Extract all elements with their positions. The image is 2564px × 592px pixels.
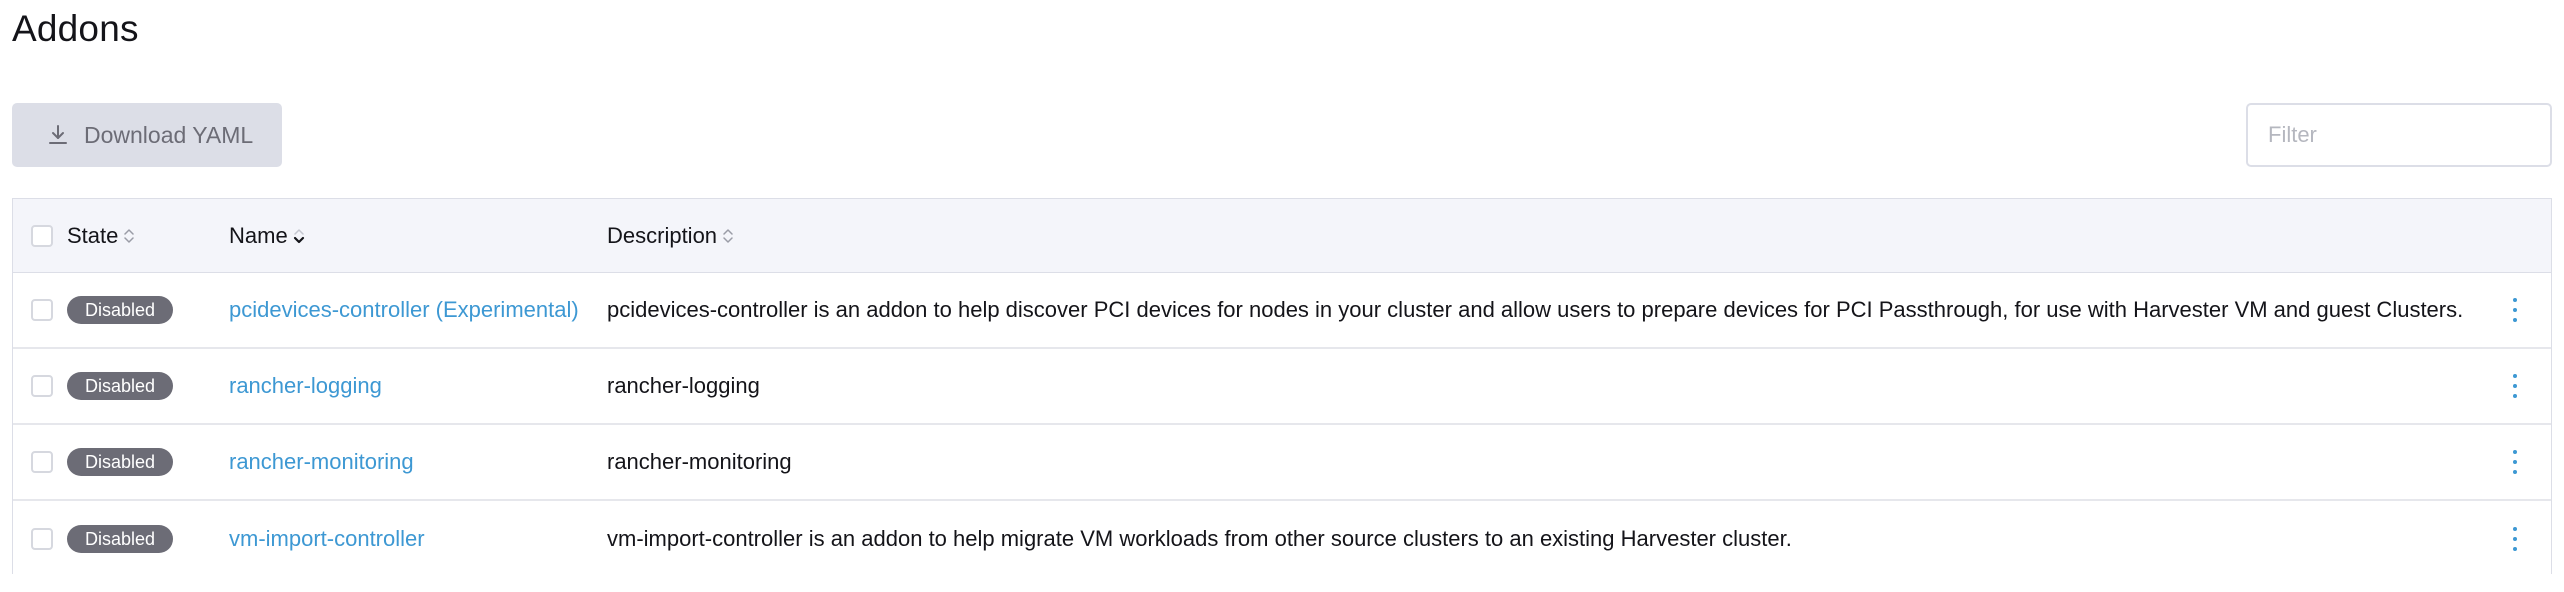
addon-description: pcidevices-controller is an addon to hel… (607, 297, 2464, 322)
addons-table: State Name Description Disabled pcidevic… (12, 198, 2552, 577)
column-header-name-label: Name (229, 222, 288, 248)
row-checkbox[interactable] (31, 375, 53, 397)
table-header: State Name Description (13, 199, 2551, 273)
sort-unsorted-icon (721, 225, 735, 247)
download-yaml-button[interactable]: Download YAML (12, 103, 282, 167)
sort-descending-icon (292, 225, 306, 247)
table-row: Disabled rancher-monitoring rancher-moni… (13, 425, 2551, 501)
column-header-description[interactable]: Description (607, 223, 735, 249)
column-header-state[interactable]: State (67, 223, 136, 249)
addon-name-link[interactable]: pcidevices-controller (Experimental) (229, 297, 579, 323)
status-badge: Disabled (67, 296, 174, 324)
status-badge: Disabled (67, 372, 174, 400)
table-row: Disabled rancher-logging rancher-logging (13, 349, 2551, 425)
download-icon (46, 123, 70, 147)
addon-name-link[interactable]: vm-import-controller (229, 526, 425, 552)
row-actions-icon[interactable] (2512, 450, 2518, 474)
column-header-state-label: State (67, 222, 119, 248)
row-actions-icon[interactable] (2512, 374, 2518, 398)
row-checkbox[interactable] (31, 299, 53, 321)
column-header-description-label: Description (607, 222, 718, 248)
addon-description: vm-import-controller is an addon to help… (607, 526, 1792, 551)
column-header-name[interactable]: Name (229, 223, 306, 249)
page-title: Addons (12, 8, 139, 49)
status-badge: Disabled (67, 525, 174, 553)
table-row: Disabled pcidevices-controller (Experime… (13, 273, 2551, 349)
addons-page: Addons Download YAML State (0, 0, 2564, 592)
addon-description: rancher-monitoring (607, 449, 792, 474)
row-checkbox[interactable] (31, 528, 53, 550)
filter-input[interactable] (2246, 103, 2552, 167)
row-actions-icon[interactable] (2512, 527, 2518, 551)
addon-name-link[interactable]: rancher-monitoring (229, 449, 414, 475)
table-row: Disabled vm-import-controller vm-import-… (13, 501, 2551, 577)
download-yaml-label: Download YAML (84, 121, 254, 148)
addon-name-link[interactable]: rancher-logging (229, 373, 382, 399)
select-all-checkbox[interactable] (31, 224, 53, 247)
row-checkbox[interactable] (31, 451, 53, 473)
addon-description: rancher-logging (607, 373, 760, 398)
status-badge: Disabled (67, 448, 174, 476)
sort-unsorted-icon (122, 225, 136, 247)
row-actions-icon[interactable] (2512, 298, 2518, 322)
